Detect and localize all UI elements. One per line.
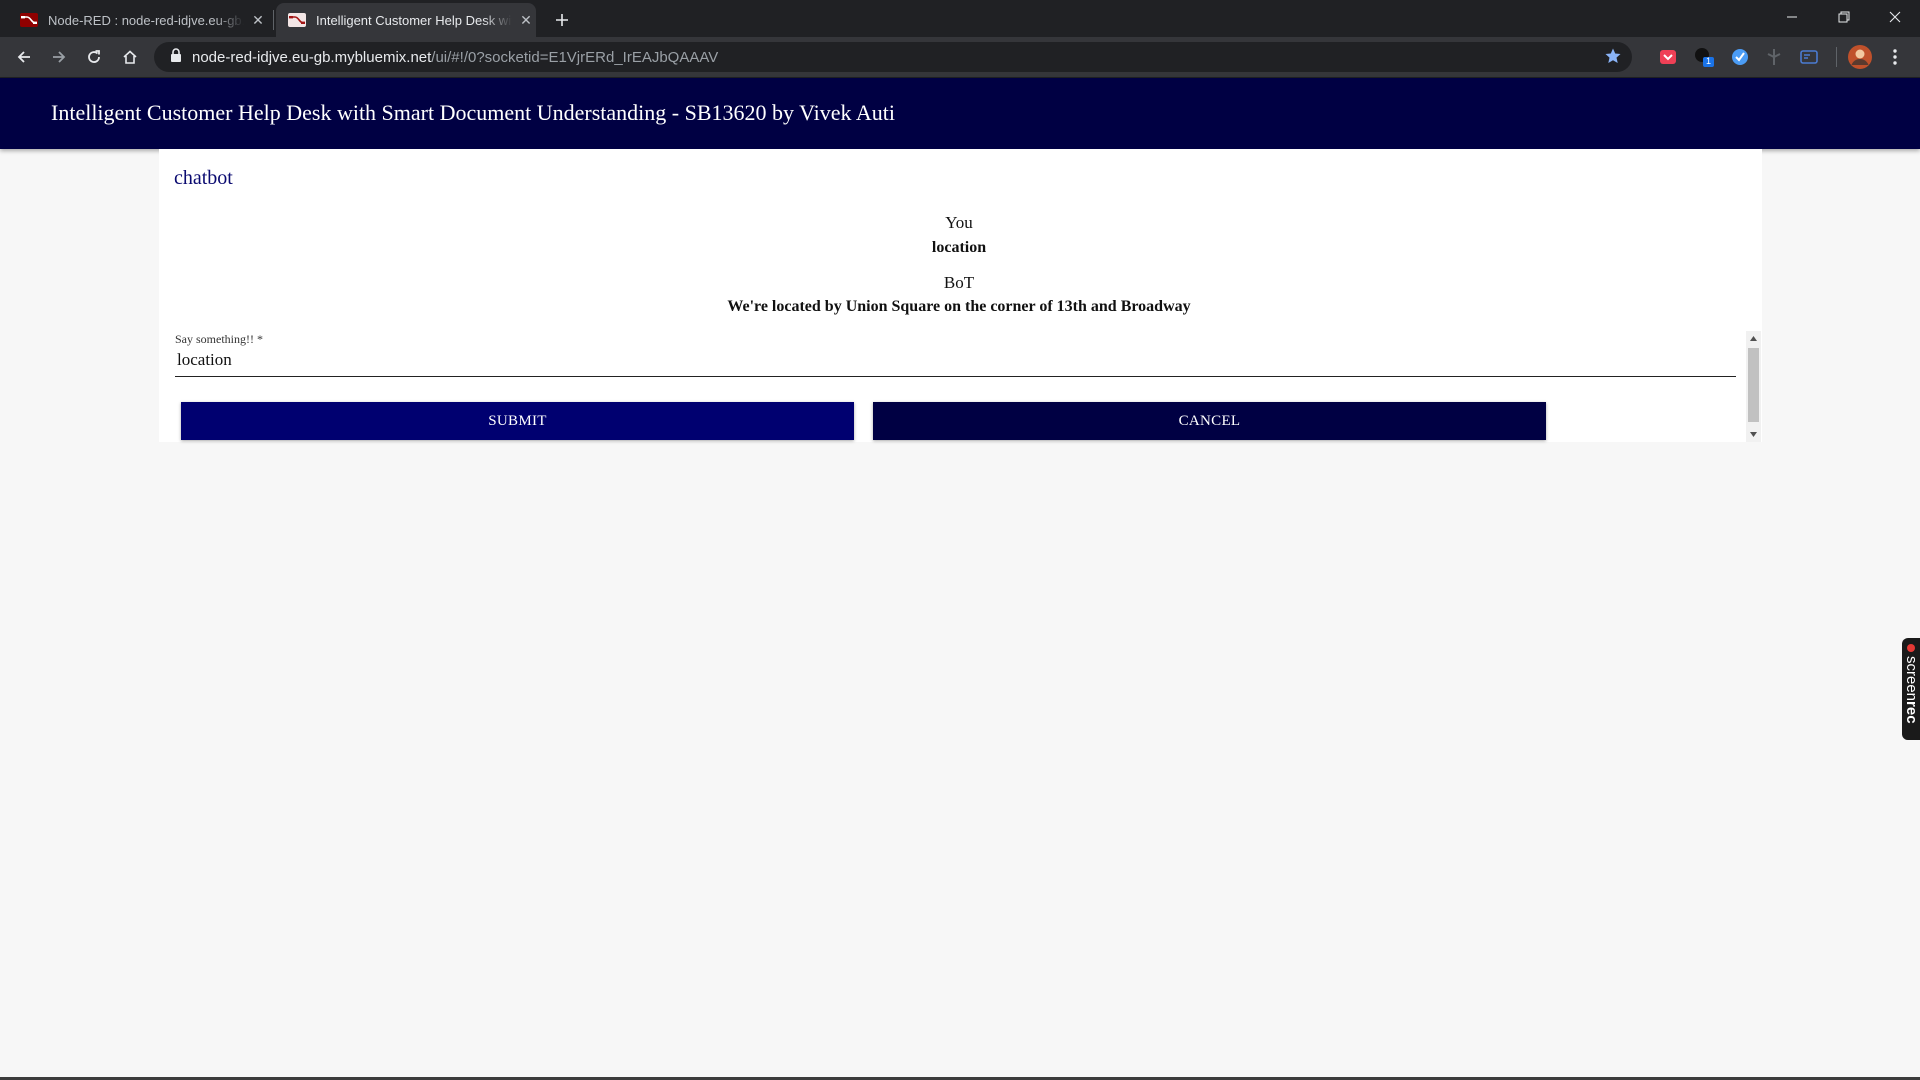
message-author: BoT xyxy=(943,273,975,292)
url-text: node-red-idjve.eu-gb.mybluemix.net/ui/#!… xyxy=(192,49,718,66)
node-red-dashboard-icon xyxy=(288,13,306,27)
scroll-up-arrow-icon[interactable] xyxy=(1746,331,1761,346)
toolbar-divider xyxy=(1836,47,1837,67)
close-icon[interactable]: ✕ xyxy=(516,10,536,30)
reader-extension-icon[interactable] xyxy=(1798,46,1820,68)
pocket-extension-icon[interactable] xyxy=(1657,46,1679,68)
puzzle-extension-icon[interactable] xyxy=(1763,46,1785,68)
group-title: chatbot xyxy=(174,167,233,189)
close-icon[interactable]: ✕ xyxy=(248,10,268,30)
message-input[interactable] xyxy=(177,348,1717,372)
url-path: /ui/#!/0?socketid=E1VjrERd_IrEAJbQAAAV xyxy=(431,48,719,66)
card-scrollbar[interactable] xyxy=(1746,331,1761,442)
message-input-container: Say something!! * xyxy=(175,332,1736,377)
close-window-button[interactable] xyxy=(1870,0,1920,34)
extension-badge-count: 1 xyxy=(1706,56,1712,66)
screenrec-label: screenrec xyxy=(1903,656,1920,724)
bookmark-star-icon[interactable] xyxy=(1604,47,1622,70)
tab-node-red[interactable]: Node-RED : node-red-idjve.eu-gb.mybluemi… xyxy=(0,3,270,37)
new-tab-button[interactable] xyxy=(548,6,576,34)
screenrec-badge[interactable]: screenrec xyxy=(1902,638,1920,740)
home-icon xyxy=(123,50,137,64)
url-host: node-red-idjve.eu-gb.mybluemix.net xyxy=(192,48,432,66)
restore-button[interactable] xyxy=(1819,0,1869,34)
scrollbar-thumb[interactable] xyxy=(1748,348,1759,422)
minimize-icon xyxy=(1787,16,1797,18)
plus-icon xyxy=(556,14,568,26)
node-red-icon xyxy=(20,13,38,27)
reload-icon xyxy=(88,50,100,63)
tab-title: Intelligent Customer Help Desk with Smar… xyxy=(316,12,512,28)
restore-icon xyxy=(1838,11,1850,23)
tab-help-desk[interactable]: Intelligent Customer Help Desk with Smar… xyxy=(276,3,536,37)
record-dot-icon xyxy=(1907,644,1915,652)
tab-title: Node-RED : node-red-idjve.eu-gb.mybluemi… xyxy=(48,12,244,28)
chatbot-group-card: chatbot You location BoT We're located b… xyxy=(159,149,1762,442)
page-title: Intelligent Customer Help Desk with Smar… xyxy=(51,100,895,125)
input-label: Say something!! * xyxy=(175,332,263,346)
browser-menu-button[interactable] xyxy=(1884,46,1906,68)
address-bar[interactable]: node-red-idjve.eu-gb.mybluemix.net/ui/#!… xyxy=(154,42,1632,72)
submit-button[interactable]: SUBMIT xyxy=(181,402,854,440)
cancel-button[interactable]: CANCEL xyxy=(873,402,1546,440)
home-button[interactable] xyxy=(116,43,144,71)
profile-avatar[interactable] xyxy=(1848,45,1872,69)
close-icon xyxy=(1889,11,1901,23)
tab-divider xyxy=(273,10,274,30)
arrow-left-icon xyxy=(17,51,30,63)
arrow-right-icon xyxy=(53,51,66,63)
blue-circle-extension-icon[interactable] xyxy=(1729,46,1751,68)
message-text: location xyxy=(931,239,987,256)
dashboard-header: Intelligent Customer Help Desk with Smar… xyxy=(0,78,1920,149)
kebab-menu-icon xyxy=(1893,49,1897,65)
lock-icon xyxy=(170,47,182,67)
back-button[interactable] xyxy=(10,43,38,71)
reload-button[interactable] xyxy=(80,43,108,71)
browser-toolbar: node-red-idjve.eu-gb.mybluemix.net/ui/#!… xyxy=(0,37,1920,78)
extension-badge-icon[interactable]: 1 xyxy=(1693,46,1715,68)
screenrec-label-bold: rec xyxy=(1903,701,1920,724)
screenrec-label-light: screen xyxy=(1903,656,1920,702)
scroll-down-arrow-icon[interactable] xyxy=(1746,427,1761,442)
message-text: We're located by Union Square on the cor… xyxy=(727,298,1191,315)
browser-tab-strip: Node-RED : node-red-idjve.eu-gb.mybluemi… xyxy=(0,0,1920,37)
forward-button[interactable] xyxy=(45,43,73,71)
message-author: You xyxy=(945,213,973,232)
minimize-button[interactable] xyxy=(1767,0,1817,34)
